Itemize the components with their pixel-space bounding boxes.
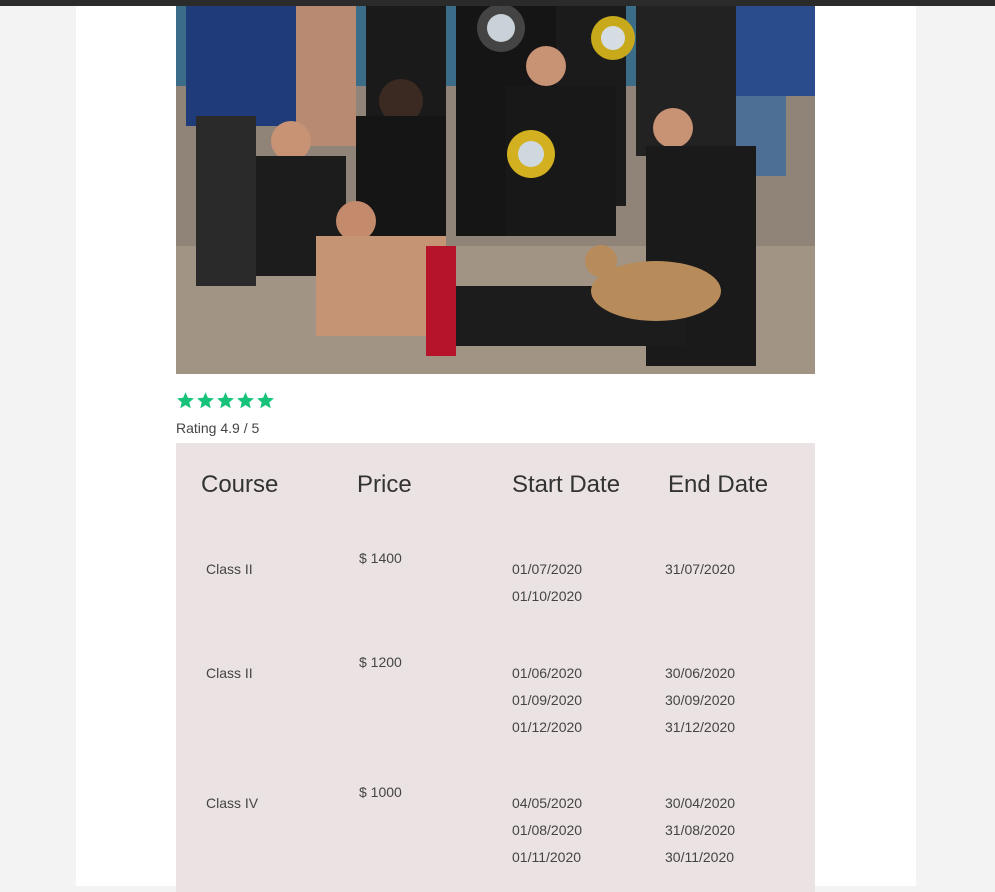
star-rating bbox=[176, 391, 275, 413]
course-schedule-table: Course Price Start Date End Date Class I… bbox=[176, 443, 815, 892]
row1-end-1: 31/07/2020 bbox=[665, 561, 736, 577]
row3-end-1: 30/04/2020 bbox=[665, 795, 736, 811]
row3-start-3: 01/11/2020 bbox=[512, 849, 582, 865]
row3-end-2: 31/08/2020 bbox=[665, 822, 736, 838]
row2-end-2: 30/09/2020 bbox=[665, 692, 736, 708]
row3-price: $ 1000 bbox=[359, 784, 402, 800]
row3-start-2: 01/08/2020 bbox=[512, 822, 583, 838]
row2-start-2: 01/09/2020 bbox=[512, 692, 583, 708]
header-start-date: Start Date bbox=[512, 471, 621, 498]
row1-price: $ 1400 bbox=[359, 550, 402, 566]
row3-start-1: 04/05/2020 bbox=[512, 795, 583, 811]
row2-end-1: 30/06/2020 bbox=[665, 665, 736, 681]
star-icon bbox=[217, 392, 234, 409]
row3-end-3: 30/11/2020 bbox=[665, 849, 735, 865]
row1-course: Class II bbox=[206, 561, 253, 577]
row2-start-3: 01/12/2020 bbox=[512, 719, 583, 735]
row1-start-2: 01/10/2020 bbox=[512, 588, 583, 604]
star-icon bbox=[177, 392, 194, 409]
team-photo-image bbox=[176, 6, 815, 374]
header-course: Course bbox=[201, 471, 279, 498]
row2-course: Class II bbox=[206, 665, 253, 681]
rating-text: Rating 4.9 / 5 bbox=[176, 420, 260, 436]
star-icon bbox=[237, 392, 254, 409]
header-price: Price bbox=[357, 471, 412, 498]
team-photo bbox=[176, 6, 815, 374]
row1-start-1: 01/07/2020 bbox=[512, 561, 583, 577]
star-icon bbox=[197, 392, 214, 409]
row2-start-1: 01/06/2020 bbox=[512, 665, 583, 681]
content-column: Rating 4.9 / 5 Course Price Start Date E… bbox=[76, 6, 916, 892]
row3-course: Class IV bbox=[206, 795, 259, 811]
header-end-date: End Date bbox=[668, 471, 769, 498]
row2-end-3: 31/12/2020 bbox=[665, 719, 736, 735]
star-icon bbox=[257, 392, 274, 409]
row2-price: $ 1200 bbox=[359, 654, 402, 670]
